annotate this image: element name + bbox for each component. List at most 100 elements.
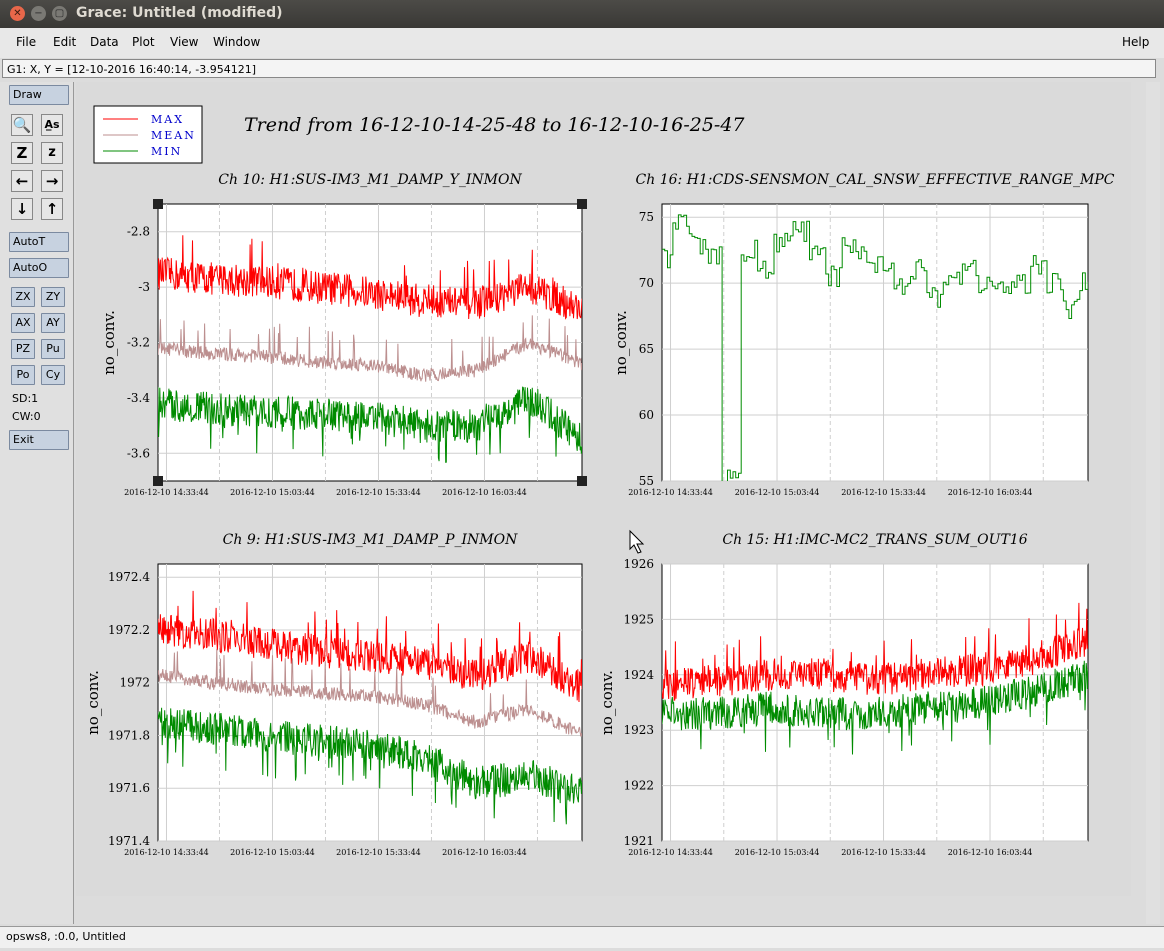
x-tick-label: 2016-12-10 14:33:44 xyxy=(628,848,713,857)
text-tool-icon[interactable]: A̲s xyxy=(41,114,63,136)
y-tick-label: 60 xyxy=(639,408,654,422)
x-tick-label: 2016-12-10 15:33:44 xyxy=(336,848,421,857)
y-tick-label: 1971.8 xyxy=(108,728,150,742)
pu-button[interactable]: Pu xyxy=(41,339,65,359)
y-tick-label: 55 xyxy=(639,474,654,488)
menu-file[interactable]: File xyxy=(16,35,36,49)
graph-2[interactable]: 1972.41972.219721971.81971.61971.42016-1… xyxy=(84,532,583,857)
x-tick-label: 2016-12-10 16:03:44 xyxy=(948,488,1033,497)
legend-max-label: MAX xyxy=(151,113,184,126)
y-tick-label: -3.6 xyxy=(127,446,150,460)
x-tick-label: 2016-12-10 16:03:44 xyxy=(442,488,527,497)
y-tick-label: 1922 xyxy=(623,779,654,793)
y-tick-label: 1921 xyxy=(623,834,654,848)
x-tick-label: 2016-12-10 14:33:44 xyxy=(124,488,209,497)
x-tick-label: 2016-12-10 15:33:44 xyxy=(841,848,926,857)
menu-edit[interactable]: Edit xyxy=(53,35,76,49)
y-axis-label: no_conv. xyxy=(100,310,118,375)
y-tick-label: 1971.6 xyxy=(108,781,150,795)
close-window-icon[interactable]: ✕ xyxy=(10,6,25,21)
menu-help[interactable]: Help xyxy=(1122,35,1149,49)
zx-button[interactable]: ZX xyxy=(11,287,35,307)
window-title: Grace: Untitled (modified) xyxy=(76,5,283,21)
y-tick-label: 70 xyxy=(639,276,654,290)
y-tick-label: -3.4 xyxy=(127,391,151,405)
graph-3[interactable]: 1926 1925 1924 1923 1922 19212016-12-10 14:33… xyxy=(598,532,1089,857)
y-axis-label: no_conv. xyxy=(598,670,616,735)
selection-handle[interactable] xyxy=(577,476,587,486)
graph-frame xyxy=(661,563,1089,842)
arrow-right-icon[interactable]: → xyxy=(41,170,63,192)
y-tick-label: 1924 xyxy=(623,668,654,682)
menu-window[interactable]: Window xyxy=(213,35,260,49)
draw-button[interactable]: Draw xyxy=(9,85,69,105)
y-tick-label: -3 xyxy=(138,280,150,294)
selection-handle[interactable] xyxy=(153,476,163,486)
arrow-down-icon[interactable]: ↓ xyxy=(11,198,33,220)
selection-handle[interactable] xyxy=(577,199,587,209)
vertical-scrollbar[interactable] xyxy=(1146,82,1160,924)
pz-button[interactable]: PZ xyxy=(11,339,35,359)
graph-title: Ch 16: H1:CDS-SENSMON_CAL_SNSW_EFFECTIVE… xyxy=(636,172,1115,188)
mouse-cursor-icon xyxy=(629,529,645,554)
po-button[interactable]: Po xyxy=(11,365,35,385)
graph-0[interactable]: -2.8 -3 -3.2 -3.4 -3.6 2016-12-10 14:33:44 201… xyxy=(100,172,583,497)
y-axis-label: no_conv. xyxy=(84,670,102,735)
ax-button[interactable]: AX xyxy=(11,313,35,333)
menu-data[interactable]: Data xyxy=(90,35,119,49)
menu-view[interactable]: View xyxy=(170,35,198,49)
zoom-small-z-icon[interactable]: z xyxy=(41,142,63,164)
zy-button[interactable]: ZY xyxy=(41,287,65,307)
x-tick-label: 2016-12-10 15:33:44 xyxy=(841,488,926,497)
x-tick-label: 2016-12-10 15:33:44 xyxy=(336,488,421,497)
x-tick-label: 2016-12-10 16:03:44 xyxy=(948,848,1033,857)
y-tick-label: 1926 xyxy=(623,557,654,571)
zoom-icon[interactable]: 🔍 xyxy=(11,114,33,136)
statusbar: opsws8, :0.0, Untitled xyxy=(0,926,1164,948)
y-tick-label: -2.8 xyxy=(127,225,150,239)
x-tick-label: 2016-12-10 16:03:44 xyxy=(442,848,527,857)
y-tick-label: -3.2 xyxy=(127,336,150,350)
cw-label: CW:0 xyxy=(12,410,41,423)
cy-button[interactable]: Cy xyxy=(41,365,65,385)
graph-1[interactable]: 75 70 65 60 552016-12-10 14:33:44 2016-12-10 … xyxy=(612,172,1115,497)
plot-main-title: Trend from 16-12-10-14-25-48 to 16-12-10… xyxy=(244,114,745,136)
x-tick-label: 2016-12-10 14:33:44 xyxy=(124,848,209,857)
ay-button[interactable]: AY xyxy=(41,313,65,333)
autoo-button[interactable]: AutoO xyxy=(9,258,69,278)
y-tick-label: 1971.4 xyxy=(108,834,150,848)
arrow-left-icon[interactable]: ← xyxy=(11,170,33,192)
x-tick-label: 2016-12-10 15:03:44 xyxy=(735,848,820,857)
maximize-window-icon[interactable]: ▢ xyxy=(52,6,67,21)
y-tick-label: 65 xyxy=(639,342,654,356)
y-tick-label: 1972.2 xyxy=(108,623,150,637)
window-titlebar: ✕ − ▢ Grace: Untitled (modified) xyxy=(0,0,1164,28)
sd-label: SD:1 xyxy=(12,392,39,405)
x-tick-label: 2016-12-10 15:03:44 xyxy=(230,488,315,497)
toolbar: Draw 🔍 A̲s Z z ← → ↓ ↑ AutoT AutoO ZX ZY… xyxy=(0,82,74,924)
minimize-window-icon[interactable]: − xyxy=(31,6,46,21)
y-tick-label: 1923 xyxy=(623,723,654,737)
legend-min-label: MIN xyxy=(151,145,182,158)
graph-title: Ch 10: H1:SUS-IM3_M1_DAMP_Y_INMON xyxy=(218,172,522,188)
zoom-z-icon[interactable]: Z xyxy=(11,142,33,164)
y-tick-label: 1925 xyxy=(623,612,654,626)
graph-title: Ch 15: H1:IMC-MC2_TRANS_SUM_OUT16 xyxy=(722,532,1027,548)
y-tick-label: 75 xyxy=(639,210,654,224)
autot-button[interactable]: AutoT xyxy=(9,232,69,252)
menu-plot[interactable]: Plot xyxy=(132,35,155,49)
graph-title: Ch 9: H1:SUS-IM3_M1_DAMP_P_INMON xyxy=(223,532,518,548)
arrow-up-icon[interactable]: ↑ xyxy=(41,198,63,220)
plot-canvas[interactable]: MAX MEAN MIN Trend from 16-12-10-14-25-4… xyxy=(76,82,1131,896)
y-tick-label: 1972 xyxy=(119,676,150,690)
locator-readout: G1: X, Y = [12-10-2016 16:40:14, -3.9541… xyxy=(2,59,1156,78)
menubar: File Edit Data Plot View Window Help xyxy=(0,28,1164,58)
graph-frame xyxy=(661,203,1089,482)
y-tick-label: 1972.4 xyxy=(108,570,150,584)
x-tick-label: 2016-12-10 15:03:44 xyxy=(735,488,820,497)
legend-mean-label: MEAN xyxy=(151,129,196,142)
selection-handle[interactable] xyxy=(153,199,163,209)
graph-frame xyxy=(157,563,583,842)
y-axis-label: no_conv. xyxy=(612,310,630,375)
exit-button[interactable]: Exit xyxy=(9,430,69,450)
